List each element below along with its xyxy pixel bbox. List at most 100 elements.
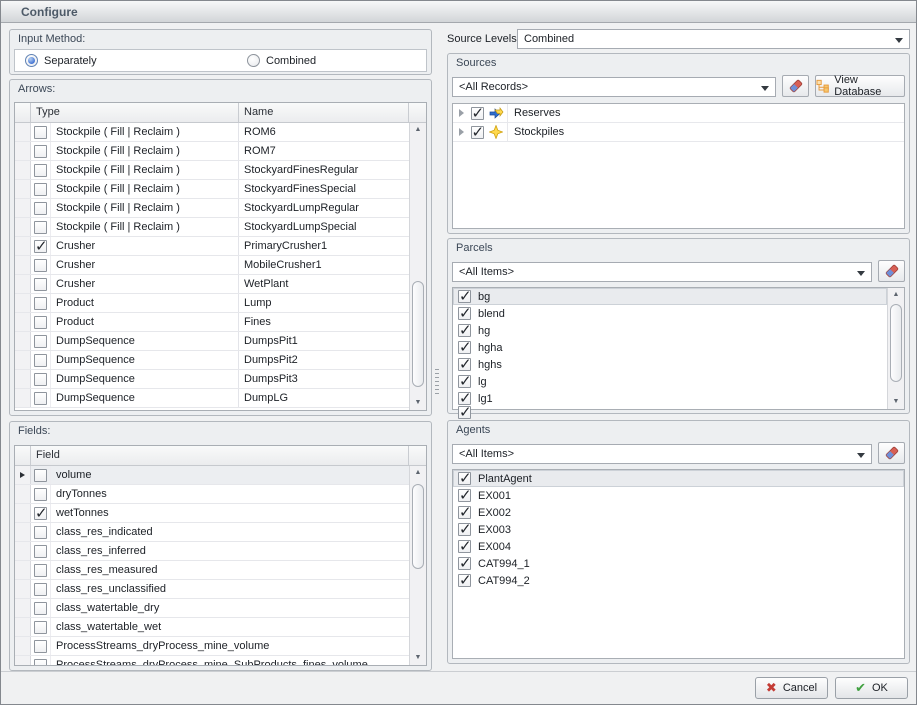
row-checkbox[interactable] [34,183,47,196]
fields-scrollbar[interactable]: ▲ ▼ [409,466,426,665]
row-checkbox-cell[interactable] [31,618,51,636]
list-item[interactable]: CAT994_2 [453,572,904,589]
item-checkbox[interactable] [458,307,471,320]
item-checkbox[interactable] [458,472,471,485]
item-checkbox[interactable] [458,290,471,303]
list-item[interactable]: lg [453,373,887,390]
radio-combined-control[interactable] [247,54,260,67]
fields-table-row[interactable]: wetTonnes [15,504,409,523]
item-checkbox[interactable] [458,540,471,553]
row-checkbox[interactable] [34,392,47,405]
ok-button[interactable]: ✔ OK [835,677,908,699]
list-item[interactable]: EX004 [453,538,904,555]
item-checkbox[interactable] [458,523,471,536]
fields-table-row[interactable]: volume [15,466,409,485]
scroll-up-icon[interactable]: ▲ [410,466,426,480]
row-checkbox[interactable] [34,278,47,291]
expand-icon[interactable] [453,128,469,136]
row-checkbox-cell[interactable] [31,599,51,617]
fields-table-row[interactable]: ProcessStreams_dryProcess_mine_SubProduc… [15,656,409,665]
arrows-table-row[interactable]: Crusher WetPlant [15,275,409,294]
column-header-name[interactable]: Name [239,103,409,122]
scroll-down-icon[interactable]: ▼ [888,395,904,409]
arrows-table-row[interactable]: Stockpile ( Fill | Reclaim ) StockyardFi… [15,161,409,180]
list-item[interactable]: PlantAgent [453,470,904,487]
arrows-table-row[interactable]: Product Lump [15,294,409,313]
panel-splitter[interactable] [435,369,439,395]
fields-table-row[interactable]: class_watertable_dry [15,599,409,618]
row-checkbox[interactable] [34,240,47,253]
row-checkbox[interactable] [34,469,47,482]
arrows-table-row[interactable]: Stockpile ( Fill | Reclaim ) ROM6 [15,123,409,142]
arrows-table-row[interactable]: Stockpile ( Fill | Reclaim ) StockyardLu… [15,199,409,218]
row-checkbox-cell[interactable] [31,199,51,217]
item-checkbox[interactable] [458,574,471,587]
sources-filter-combo[interactable]: <All Records> [452,77,776,97]
row-checkbox[interactable] [34,297,47,310]
list-item[interactable]: EX003 [453,521,904,538]
scroll-thumb[interactable] [890,304,902,383]
list-item[interactable]: lg1 [453,390,887,407]
row-checkbox[interactable] [34,354,47,367]
parcels-clear-button[interactable] [878,260,905,282]
row-checkbox[interactable] [34,659,47,666]
fields-table-row[interactable]: class_res_unclassified [15,580,409,599]
item-checkbox[interactable] [458,358,471,371]
row-checkbox-cell[interactable] [31,656,51,665]
column-header-type[interactable]: Type [31,103,239,122]
arrows-table-row[interactable]: DumpSequence DumpsPit1 [15,332,409,351]
row-checkbox[interactable] [34,488,47,501]
row-checkbox-cell[interactable] [31,370,51,388]
list-item[interactable]: blend [453,305,887,322]
radio-separately[interactable]: Separately [25,54,97,67]
view-database-button[interactable]: View Database [815,75,905,97]
row-checkbox-cell[interactable] [31,332,51,350]
row-checkbox-cell[interactable] [31,637,51,655]
row-checkbox-cell[interactable] [31,161,51,179]
row-checkbox[interactable] [34,221,47,234]
row-checkbox[interactable] [34,373,47,386]
item-checkbox[interactable] [458,506,471,519]
row-checkbox-cell[interactable] [31,485,51,503]
row-checkbox-cell[interactable] [31,351,51,369]
source-levels-combo[interactable]: Combined [517,29,910,49]
scroll-up-icon[interactable]: ▲ [888,288,904,302]
row-checkbox[interactable] [34,145,47,158]
parcels-scrollbar[interactable]: ▲ ▼ [887,288,904,409]
row-checkbox[interactable] [34,602,47,615]
item-checkbox[interactable] [458,375,471,388]
cancel-button[interactable]: ✖ Cancel [755,677,828,699]
item-checkbox[interactable] [458,406,471,419]
agents-clear-button[interactable] [878,442,905,464]
radio-separately-control[interactable] [25,54,38,67]
row-checkbox-cell[interactable] [31,123,51,141]
title-bar[interactable]: Configure [1,1,916,23]
row-checkbox[interactable] [34,202,47,215]
row-checkbox-cell[interactable] [31,180,51,198]
row-checkbox-cell[interactable] [31,237,51,255]
row-checkbox-cell[interactable] [31,561,51,579]
scroll-thumb[interactable] [412,484,424,570]
scroll-down-icon[interactable]: ▼ [410,396,426,410]
agents-filter-combo[interactable]: <All Items> [452,444,872,464]
fields-table-row[interactable]: class_res_inferred [15,542,409,561]
fields-table-row[interactable]: ProcessStreams_dryProcess_mine_volume [15,637,409,656]
sources-clear-button[interactable] [782,75,809,97]
row-checkbox[interactable] [34,545,47,558]
fields-table-row[interactable]: class_res_measured [15,561,409,580]
row-checkbox[interactable] [34,335,47,348]
item-checkbox[interactable] [458,557,471,570]
arrows-table-row[interactable]: Stockpile ( Fill | Reclaim ) ROM7 [15,142,409,161]
scroll-up-icon[interactable]: ▲ [410,123,426,137]
row-checkbox[interactable] [34,564,47,577]
tree-checkbox[interactable] [471,107,484,120]
tree-checkbox-cell[interactable] [469,107,485,120]
arrows-scrollbar[interactable]: ▲ ▼ [409,123,426,410]
row-checkbox-cell[interactable] [31,142,51,160]
arrows-table-row[interactable]: Stockpile ( Fill | Reclaim ) StockyardFi… [15,180,409,199]
scroll-thumb[interactable] [412,281,424,387]
list-item[interactable]: hgha [453,339,887,356]
row-checkbox-cell[interactable] [31,580,51,598]
scroll-down-icon[interactable]: ▼ [410,651,426,665]
row-checkbox[interactable] [34,526,47,539]
